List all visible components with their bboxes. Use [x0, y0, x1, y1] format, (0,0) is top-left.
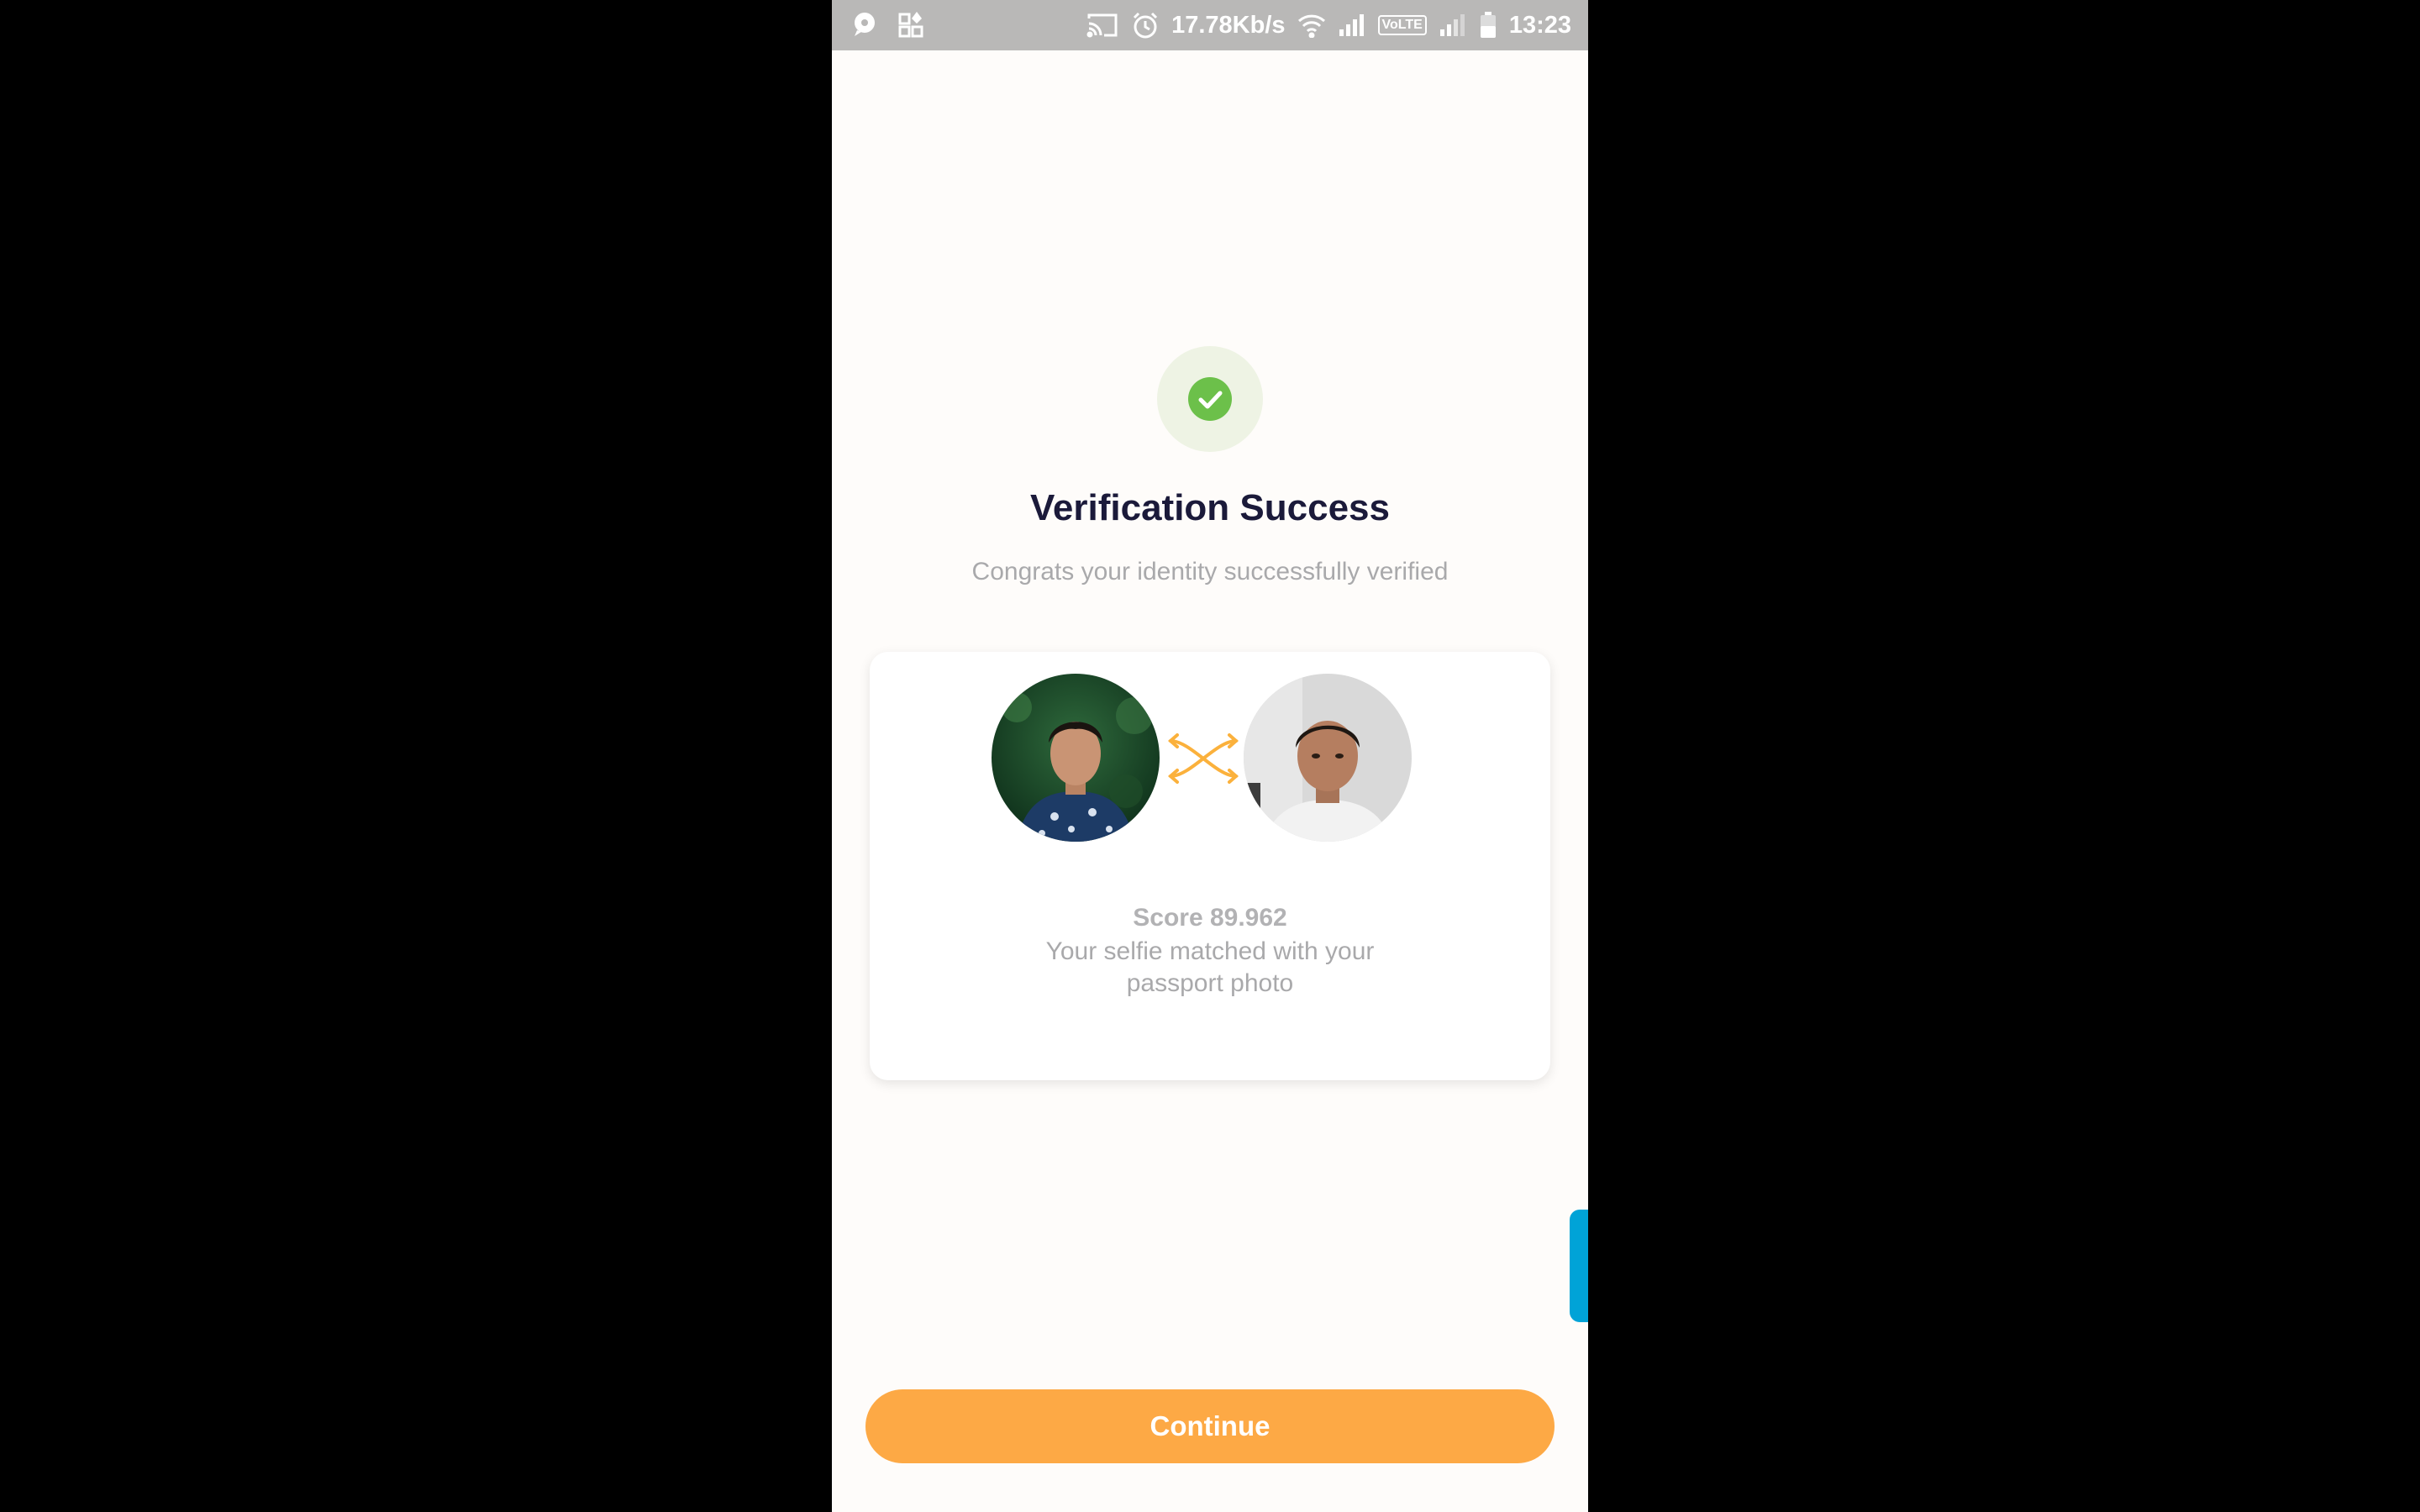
- battery-icon: [1479, 11, 1497, 39]
- selfie-photo: [1244, 674, 1412, 842]
- signal-icon: [1439, 13, 1467, 38]
- match-result-card: Score 89.962 Your selfie matched with yo…: [870, 652, 1550, 1080]
- success-badge: [1157, 346, 1263, 452]
- apps-icon: [897, 10, 926, 39]
- check-circle-icon: [1188, 377, 1232, 421]
- match-score: Score 89.962: [1133, 904, 1287, 932]
- wifi-icon: [1297, 13, 1326, 38]
- match-message-line: passport photo: [1126, 969, 1294, 997]
- match-message: Your selfie matched with your passport p…: [870, 936, 1550, 1000]
- phone-screen: 17.78Kb/s VoLTE 13:23 Verification Succe…: [832, 0, 1588, 1512]
- network-speed: 17.78Kb/s: [1171, 11, 1286, 39]
- alarm-icon: [1131, 11, 1160, 39]
- status-bar-left: [850, 10, 926, 39]
- page-title: Verification Success: [1030, 487, 1390, 528]
- page-subtitle: Congrats your identity successfully veri…: [971, 558, 1449, 585]
- match-message-line: Your selfie matched with your: [1045, 937, 1375, 965]
- floating-side-handle[interactable]: [1570, 1210, 1588, 1322]
- swap-arrows-icon: [1165, 731, 1241, 786]
- volte-badge: VoLTE: [1377, 15, 1427, 35]
- chat-bubble-icon: [850, 10, 879, 39]
- clock: 13:23: [1508, 11, 1571, 39]
- status-bar-right: 17.78Kb/s VoLTE 13:23: [1086, 10, 1571, 40]
- passport-photo: [992, 674, 1160, 842]
- signal-icon: [1338, 13, 1366, 38]
- status-bar: 17.78Kb/s VoLTE 13:23: [832, 0, 1588, 50]
- continue-button[interactable]: Continue: [865, 1389, 1555, 1463]
- cast-icon: [1086, 12, 1119, 39]
